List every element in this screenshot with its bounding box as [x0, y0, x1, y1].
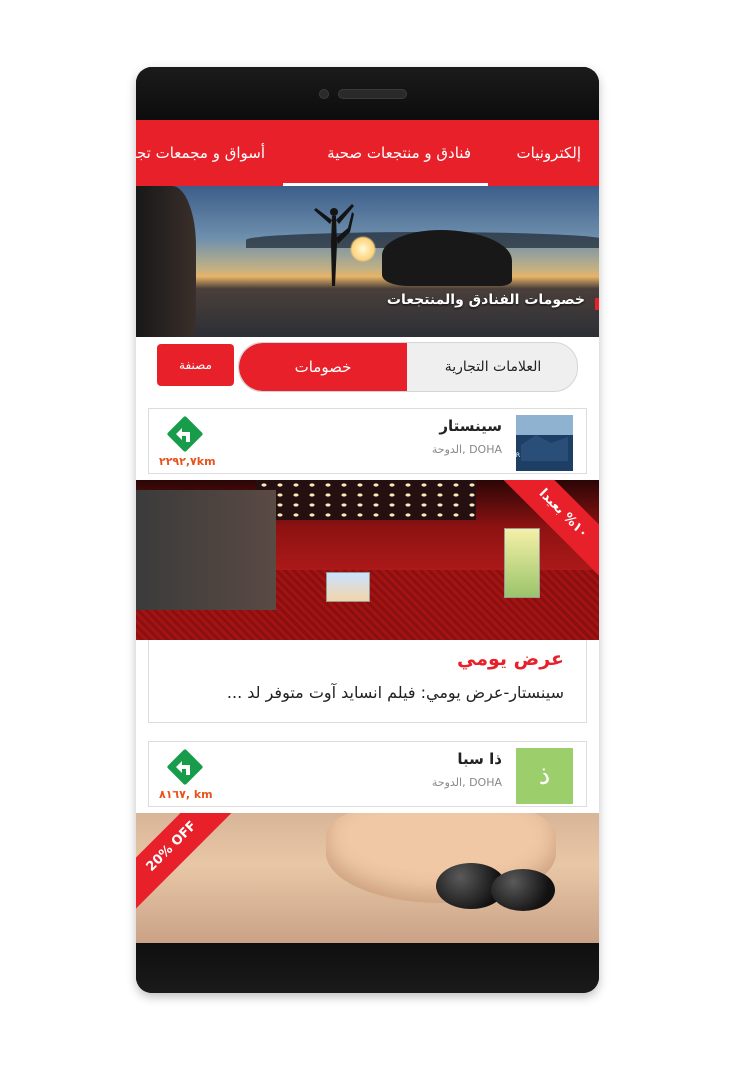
tab-electronics[interactable]: إلكترونيات [517, 120, 581, 186]
phone-bottom-bezel [136, 943, 599, 993]
logo-letter: ذ [538, 761, 551, 791]
merchant-header[interactable]: ذ ذا سبا DOHA ,الدوحة ٨١٦٧, km [148, 741, 587, 807]
merchant-name: سينستار [439, 417, 502, 435]
svg-text:CINESTAR: CINESTAR [516, 452, 520, 459]
category-tabs: إلكترونيات فنادق و منتجعات صحية أسواق و … [136, 120, 599, 186]
offer-image[interactable]: ١٠% بعيدا [136, 480, 599, 640]
movie-poster [326, 572, 370, 602]
distance-label: ٨١٦٧, km [159, 788, 213, 801]
tab-hotels-spas[interactable]: فنادق و منتجعات صحية [327, 120, 471, 186]
speaker-grille [338, 89, 407, 99]
offer-title: عرض يومي [456, 648, 564, 670]
camera-icon [319, 89, 329, 99]
turn-left-diamond-icon[interactable] [166, 415, 204, 453]
left-rock [136, 186, 196, 337]
discount-ribbon: 20% OFF [136, 813, 242, 917]
offer-image[interactable]: 20% OFF [136, 813, 599, 943]
merchant-name: ذا سبا [457, 750, 502, 768]
banner-accent [595, 298, 599, 310]
merchant-logo: CINESTAR [490, 415, 573, 471]
yoga-silhouette [314, 204, 354, 286]
phone-frame: إلكترونيات فنادق و منتجعات صحية أسواق و … [136, 67, 599, 993]
offer-description: سينستار-عرض يومي: فيلم انساید آوت متوفر … [226, 683, 564, 702]
hot-stone [491, 869, 555, 911]
merchant-logo: ذ [516, 748, 573, 804]
merchant-city: DOHA ,الدوحة [431, 443, 502, 456]
tab-malls[interactable]: أسواق و مجمعات تجارية [136, 120, 265, 186]
distance-label: ٢٢٩٢,٧km [159, 455, 216, 468]
merchant-city: DOHA ,الدوحة [431, 776, 502, 789]
brands-deals-toggle: العلامات التجارية خصومات [238, 342, 578, 392]
lobby-counter [136, 490, 276, 610]
banner-title: خصومات الفنادق والمنتجعات [386, 292, 585, 308]
categorized-button[interactable]: مصنفة [157, 344, 234, 386]
app-screen: إلكترونيات فنادق و منتجعات صحية أسواق و … [136, 120, 599, 943]
lobby-ceiling [256, 480, 476, 520]
merchant-header[interactable]: CINESTAR سينستار DOHA ,الدوحة ٢٢٩٢,٧km [148, 408, 587, 474]
offer-details[interactable]: عرض يومي سينستار-عرض يومي: فيلم انساید آ… [148, 640, 587, 723]
hero-banner[interactable]: خصومات الفنادق والمنتجعات [136, 186, 599, 337]
phone-top-bezel [136, 67, 599, 120]
movie-poster [504, 528, 540, 598]
segment-brands[interactable]: العلامات التجارية [409, 343, 577, 391]
segment-deals[interactable]: خصومات [239, 343, 407, 391]
turn-left-diamond-icon[interactable] [166, 748, 204, 786]
